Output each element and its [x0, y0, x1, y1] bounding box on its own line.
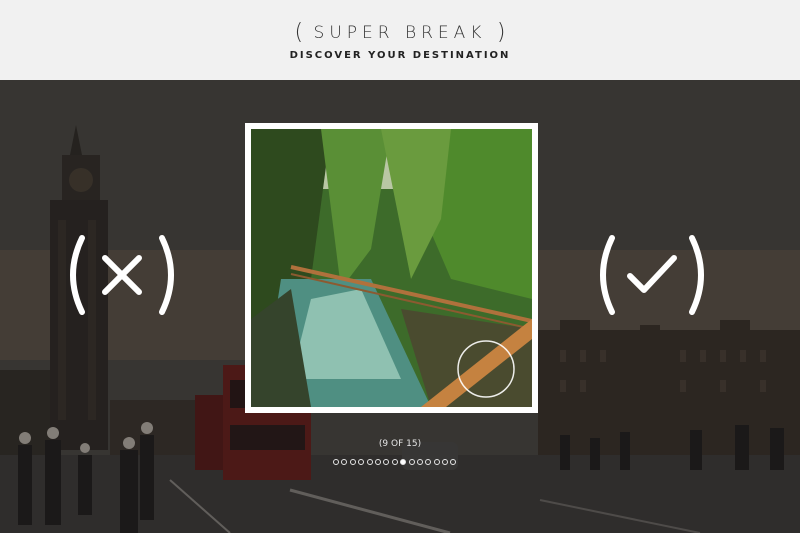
reject-icon: [70, 235, 174, 315]
logo-open-paren: (: [294, 20, 304, 45]
site-header: ( SUPER BREAK ) DISCOVER YOUR DESTINATIO…: [0, 0, 800, 80]
logo-close-paren: ): [496, 20, 506, 45]
pagination-dot[interactable]: [341, 459, 348, 465]
pagination-dot[interactable]: [383, 459, 390, 465]
pagination-dot[interactable]: [333, 459, 339, 465]
reject-button[interactable]: [62, 230, 192, 330]
accept-icon: [600, 235, 704, 315]
accept-button[interactable]: [592, 230, 722, 330]
background-scene: (9 OF 15): [0, 80, 800, 533]
logo-text: SUPER BREAK: [313, 23, 487, 43]
site-tagline: DISCOVER YOUR DESTINATION: [289, 50, 511, 61]
pagination-dot[interactable]: [442, 459, 449, 465]
photo-counter: (9 OF 15): [378, 439, 422, 449]
pagination-dot[interactable]: [450, 459, 457, 465]
pagination-dot[interactable]: [349, 459, 356, 465]
gorge-photo-illustration: [251, 129, 532, 407]
pagination-dot[interactable]: [374, 459, 381, 465]
pagination-dot[interactable]: [416, 459, 423, 465]
destination-photo-card[interactable]: [245, 123, 538, 413]
pagination-dot[interactable]: [425, 459, 432, 465]
gallery-pagination: [333, 459, 457, 465]
pagination-dot[interactable]: [408, 459, 415, 465]
pagination-dot[interactable]: [366, 459, 373, 465]
pagination-dot[interactable]: [391, 459, 398, 465]
destination-photo: [251, 129, 532, 407]
pagination-dot[interactable]: [433, 459, 440, 465]
pagination-dot[interactable]: [358, 459, 365, 465]
pagination-dot[interactable]: [400, 459, 407, 465]
site-logo[interactable]: ( SUPER BREAK ): [0, 20, 800, 45]
